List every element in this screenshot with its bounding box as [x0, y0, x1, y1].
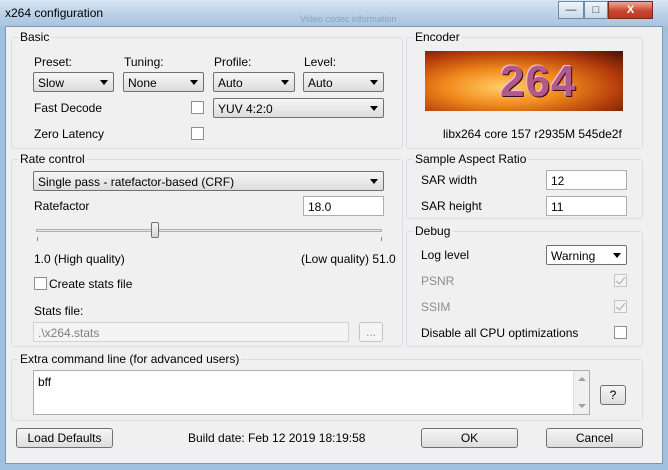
fast-decode-checkbox[interactable] — [191, 101, 204, 114]
extra-cmdline-input[interactable]: bff — [33, 370, 590, 415]
minimize-icon: — — [565, 4, 577, 16]
chevron-down-icon — [190, 80, 198, 85]
maximize-icon: □ — [592, 4, 600, 16]
x264-logo: 264 — [425, 51, 623, 111]
ratefactor-input[interactable]: 18.0 — [303, 196, 384, 216]
tuning-select[interactable]: None — [123, 72, 204, 92]
psnr-checkbox[interactable] — [614, 274, 627, 287]
chevron-down-icon — [370, 80, 378, 85]
ok-label: OK — [460, 431, 479, 445]
fast-decode-label: Fast Decode — [34, 101, 103, 115]
profile-label: Profile: — [214, 55, 252, 69]
minimize-button[interactable]: — — [558, 1, 584, 19]
stats-file-value: .\x264.stats — [38, 326, 100, 340]
sar-height-label: SAR height — [421, 199, 482, 213]
colorspace-select[interactable]: YUV 4:2:0 — [213, 98, 384, 118]
level-label: Level: — [304, 55, 337, 69]
scroll-down-icon[interactable] — [578, 404, 586, 408]
chevron-down-icon — [370, 106, 378, 111]
sar-width-input[interactable]: 12 — [546, 170, 627, 190]
build-date: Build date: Feb 12 2019 18:19:58 — [188, 431, 366, 445]
rate-control-group-title: Rate control — [18, 152, 87, 166]
rate-mode-value: Single pass - ratefactor-based (CRF) — [38, 175, 235, 189]
extra-cmdline-scrollbar[interactable] — [573, 371, 589, 414]
checkmark-icon — [615, 274, 626, 285]
preset-value: Slow — [38, 76, 65, 90]
profile-value: Auto — [218, 76, 243, 90]
ok-button[interactable]: OK — [421, 428, 518, 448]
close-button[interactable]: X — [608, 1, 653, 19]
disable-cpu-label: Disable all CPU optimizations — [421, 326, 579, 340]
title-bar[interactable]: x264 configuration Video codec informati… — [0, 0, 668, 26]
ratefactor-label: Ratefactor — [34, 199, 90, 213]
colorspace-value: YUV 4:2:0 — [218, 102, 273, 116]
dialog-client-area: Basic Preset: Slow Tuning: None Profile:… — [5, 26, 663, 464]
sar-width-value: 12 — [551, 174, 565, 188]
slider-tick-min — [37, 237, 38, 241]
chevron-down-icon — [370, 179, 378, 184]
tuning-value: None — [128, 76, 157, 90]
stats-file-label: Stats file: — [34, 304, 84, 318]
slider-max-label: (Low quality) 51.0 — [301, 252, 396, 266]
help-label: ? — [609, 388, 617, 402]
basic-group-title: Basic — [18, 30, 52, 44]
encoder-version: libx264 core 157 r2935M 545de2f — [443, 127, 622, 141]
chevron-down-icon — [281, 80, 289, 85]
cancel-button[interactable]: Cancel — [546, 428, 643, 448]
log-level-value: Warning — [551, 249, 596, 263]
create-stats-label: Create stats file — [49, 277, 133, 291]
ssim-checkbox[interactable] — [614, 300, 627, 313]
sar-height-value: 11 — [551, 200, 564, 214]
stats-file-input[interactable]: .\x264.stats — [33, 322, 349, 342]
window-title: x264 configuration — [5, 6, 104, 20]
help-button[interactable]: ? — [600, 385, 626, 405]
preset-select[interactable]: Slow — [33, 72, 114, 92]
ratefactor-slider-track[interactable] — [36, 229, 382, 232]
sar-height-input[interactable]: 11 — [546, 196, 627, 216]
slider-tick-max — [381, 237, 382, 241]
tuning-label: Tuning: — [124, 55, 164, 69]
create-stats-checkbox[interactable] — [34, 277, 47, 290]
scroll-up-icon[interactable] — [578, 377, 586, 381]
chevron-down-icon — [613, 253, 621, 258]
level-select[interactable]: Auto — [303, 72, 384, 92]
browse-label: ... — [365, 325, 376, 339]
disable-cpu-checkbox[interactable] — [614, 326, 627, 339]
checkmark-icon — [615, 300, 626, 311]
chevron-down-icon — [100, 80, 108, 85]
profile-select[interactable]: Auto — [213, 72, 295, 92]
rate-mode-select[interactable]: Single pass - ratefactor-based (CRF) — [33, 171, 384, 191]
maximize-button[interactable]: □ — [584, 1, 608, 19]
zero-latency-label: Zero Latency — [34, 127, 105, 141]
load-defaults-button[interactable]: Load Defaults — [16, 428, 113, 448]
ratefactor-slider-thumb[interactable] — [150, 222, 159, 238]
browse-button[interactable]: ... — [359, 322, 383, 342]
logo-text: 264 — [500, 57, 577, 106]
extra-cmdline-group-title: Extra command line (for advanced users) — [18, 352, 242, 366]
background-window-title: Video codec information — [300, 14, 397, 24]
preset-label: Preset: — [34, 55, 73, 69]
slider-min-label: 1.0 (High quality) — [34, 252, 125, 266]
log-level-select[interactable]: Warning — [546, 245, 627, 265]
close-icon: X — [626, 4, 635, 16]
sar-width-label: SAR width — [421, 173, 478, 187]
psnr-label: PSNR — [421, 274, 455, 288]
zero-latency-checkbox[interactable] — [191, 127, 204, 140]
ssim-label: SSIM — [421, 300, 451, 314]
level-value: Auto — [308, 76, 333, 90]
extra-cmdline-value: bff — [38, 375, 52, 389]
sar-group-title: Sample Aspect Ratio — [413, 152, 529, 166]
log-level-label: Log level — [421, 248, 470, 262]
cancel-label: Cancel — [575, 431, 614, 445]
ratefactor-value: 18.0 — [308, 200, 332, 214]
encoder-group-title: Encoder — [413, 30, 462, 44]
debug-group-title: Debug — [413, 224, 453, 238]
load-defaults-label: Load Defaults — [27, 431, 102, 445]
